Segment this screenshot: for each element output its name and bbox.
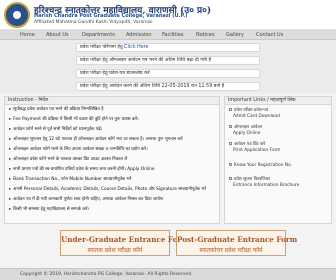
pg-form-title: Post-Graduate Entrance Form (177, 235, 298, 244)
nav-item-admission[interactable]: Admission (126, 31, 152, 39)
notice-item[interactable]: प्रवेश परीक्षा परिणाम हेतु Click Here (76, 43, 260, 52)
pg-entrance-form-button[interactable]: Post-Graduate Entrance Form स्नातकोत्तर … (176, 230, 298, 256)
notice-text: प्रवेश परीक्षा हेतु आवेदन करने की अंतिम … (80, 84, 225, 89)
instruction-line: किसी भी समस्या हेतु महाविद्यालय से सम्पर… (9, 207, 89, 212)
instruction-line: ऑनलाइन आवेदन फॉर्म भरने के लिए अपना आवेद… (9, 147, 148, 152)
link-sub-text: Print Application Form (233, 148, 281, 153)
important-links-panel: Important Links / महत्वपूर्ण लिंक प्रवेश… (224, 96, 332, 224)
pg-form-subtitle: स्नातकोत्तर प्रवेश परीक्षा फॉर्म (199, 247, 263, 254)
notice-text: प्रवेश परीक्षा परिणाम हेतु (80, 45, 123, 50)
instruction-line: सभी प्रमाण पत्रों की स्व-प्रमाणित प्रतिय… (9, 167, 154, 172)
ug-form-title: Under-Graduate Entrance Form (61, 235, 189, 244)
nav-item-home[interactable]: Home (20, 31, 35, 39)
ug-entrance-form-button[interactable]: Under-Graduate Entrance Form स्नातक प्रव… (60, 230, 189, 256)
college-title-english: Harish Chandra Post Graduate College, Va… (34, 13, 188, 19)
link-icon (229, 125, 232, 128)
site-footer: Copyright © 2019, Harishchandra PG Colle… (0, 268, 336, 280)
notice-item[interactable]: प्रवेश परीक्षा हेतु आवेदन करने की अंतिम … (76, 82, 260, 91)
notice-click-link[interactable]: Click Here (124, 45, 148, 50)
nav-item-gallery[interactable]: Gallery (226, 31, 244, 39)
nav-item-about[interactable]: About Us (46, 31, 69, 39)
nav-item-facilities[interactable]: Facilities (162, 31, 183, 39)
link-registration-no[interactable]: Know Your Registration No. (229, 163, 292, 168)
instructions-header: Instruction - निर्देश (5, 97, 219, 105)
link-sub-text: Entrance Information Brochure (233, 183, 300, 188)
instruction-line: Fee Payment की प्रक्रिया में किसी भी प्र… (9, 117, 138, 122)
link-sub-text: Admit Card Download (233, 114, 280, 119)
instruction-line: सूचीबद्ध प्रवेश आवेदन पत्र भरने की प्रक्… (9, 107, 103, 112)
affiliation-text: Affiliated Mahatma Gandhi Kashi Vidyapit… (34, 20, 153, 25)
nav-item-notices[interactable]: Notices (196, 31, 215, 39)
instruction-line: आवेदन फॉर्म भरने से पूर्व सभी निर्देशों … (9, 127, 102, 132)
nav-item-contact[interactable]: Contact Us (256, 31, 283, 39)
notice-item[interactable]: प्रवेश परीक्षा हेतु ऑनलाइन आवेदन पत्र भर… (76, 56, 260, 65)
link-sub-text: Apply Online (233, 131, 261, 136)
main-nav: Home About Us Departments Admission Faci… (0, 30, 336, 40)
notice-text: प्रवेश परीक्षा हेतु प्रवेश-पत्र डाउनलोड … (80, 71, 150, 76)
instruction-line: आवेदन पत्र में दी गयी जानकारी पूर्णतः सत… (9, 197, 163, 202)
link-admit-card[interactable]: प्रवेश परीक्षा प्रवेश-पत्र (229, 108, 268, 113)
instruction-line: अपनी Personal Details, Academic Details,… (9, 187, 206, 192)
college-logo[interactable] (4, 2, 30, 28)
link-icon (229, 177, 232, 180)
link-apply-online[interactable]: ऑनलाइन आवेदन (229, 125, 262, 130)
instruction-line: ऑनलाइन प्रवेश फॉर्म भरने के पश्चात उसका … (9, 157, 127, 162)
notice-area: प्रवेश परीक्षा परिणाम हेतु Click Here प्… (0, 40, 336, 94)
link-icon (229, 108, 232, 111)
notice-item[interactable]: प्रवेश परीक्षा हेतु प्रवेश-पत्र डाउनलोड … (76, 69, 260, 78)
notice-text: प्रवेश परीक्षा हेतु ऑनलाइन आवेदन पत्र भर… (80, 58, 212, 63)
link-print-application[interactable]: आवेदन पत्र प्रिंट करें (229, 142, 265, 147)
ug-form-subtitle: स्नातक प्रवेश परीक्षा फॉर्म (87, 247, 143, 254)
site-header: हरिश्चन्द्र स्नातकोत्तर महाविद्यालय, वार… (0, 0, 336, 30)
important-links-header: Important Links / महत्वपूर्ण लिंक (225, 97, 331, 105)
link-icon (229, 163, 232, 166)
link-icon (229, 142, 232, 145)
instruction-line: Bank Transaction No., फोन Mobile Number … (9, 177, 131, 182)
instructions-panel: Instruction - निर्देश सूचीबद्ध प्रवेश आव… (4, 96, 220, 224)
link-brochure[interactable]: प्रवेश सूचना विवरणिका (229, 177, 270, 182)
nav-item-departments[interactable]: Departments (82, 31, 115, 39)
copyright-text: Copyright © 2019, Harishchandra PG Colle… (20, 272, 193, 277)
instruction-line: ऑनलाइन भुगतान हेतु 12 घंटे पश्चात ही ऑनल… (9, 137, 182, 142)
